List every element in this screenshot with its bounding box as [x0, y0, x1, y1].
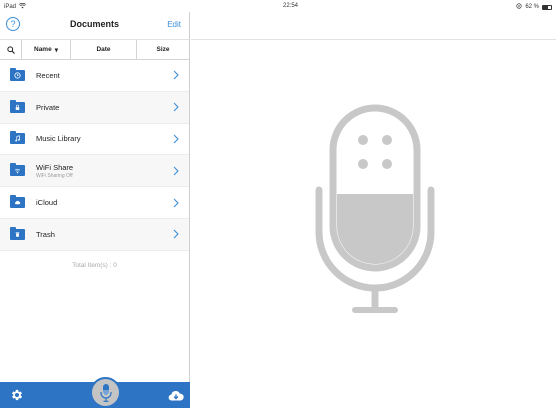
folder-row-wifi-share[interactable]: WiFi Share WiFi Sharing Off [0, 155, 189, 188]
chevron-right-icon [173, 229, 179, 239]
folder-row-icloud[interactable]: iCloud [0, 187, 189, 219]
sort-by-name-button[interactable]: Name ▾ [22, 40, 71, 59]
folder-row-text: iCloud [36, 198, 189, 207]
status-bar-right: 62 % [516, 3, 552, 11]
main-header-bar [191, 12, 556, 40]
status-bar: iPad 22:54 62 % [0, 0, 556, 12]
folder-row-recent[interactable]: Recent [0, 60, 189, 92]
sort-date-label: Date [96, 46, 111, 53]
chevron-right-icon [173, 102, 179, 112]
chevron-right-icon [173, 198, 179, 208]
folder-row-text: WiFi Share WiFi Sharing Off [36, 163, 189, 179]
clock-icon [10, 67, 25, 81]
microphone-icon [99, 383, 112, 402]
folder-list: Recent Private Music Library WiFi Share … [0, 60, 189, 251]
battery-percent: 62 % [525, 4, 539, 10]
sort-size-label: Size [156, 46, 170, 53]
wifi-icon [18, 2, 27, 11]
search-button[interactable] [0, 40, 22, 59]
chevron-right-icon [173, 134, 179, 144]
cloud-download-button[interactable] [167, 388, 185, 402]
folder-row-text: Private [36, 103, 189, 112]
folder-label: Trash [36, 229, 55, 239]
folder-label: Private [36, 102, 60, 112]
sort-by-date-button[interactable]: Date [71, 40, 137, 59]
folder-label: iCloud [36, 198, 58, 208]
battery-icon [542, 4, 552, 10]
cloud-download-icon [168, 390, 184, 401]
folder-row-text: Music Library [36, 134, 189, 143]
chevron-right-icon [173, 70, 179, 80]
main-panel [191, 12, 556, 408]
folder-row-trash[interactable]: Trash [0, 218, 189, 251]
folder-label: Recent [36, 70, 60, 80]
tab-bar [0, 377, 190, 408]
battery-fill [543, 5, 548, 9]
folder-label: WiFi Share [36, 162, 74, 172]
cloud-icon [10, 195, 25, 209]
record-button[interactable] [90, 377, 121, 408]
music-note-icon [10, 131, 25, 145]
sort-name-label: Name [34, 46, 52, 53]
status-bar-left: iPad [4, 2, 27, 11]
sort-arrow-icon: ▾ [54, 46, 58, 54]
edit-button[interactable]: Edit [167, 20, 181, 29]
folder-row-text: Recent [36, 71, 189, 80]
folder-sublabel: WiFi Sharing Off [36, 172, 73, 179]
status-time: 22:54 [283, 3, 299, 9]
folder-row-private[interactable]: Private [0, 91, 189, 124]
folder-label: Music Library [36, 134, 81, 144]
folder-row-music-library[interactable]: Music Library [0, 124, 189, 156]
chevron-right-icon [173, 166, 179, 176]
wifi-icon [10, 163, 25, 177]
folder-row-text: Trash [36, 230, 189, 239]
sort-bar: Name ▾ Date Size [0, 40, 189, 60]
microphone-icon [315, 104, 435, 313]
rotation-lock-icon [516, 3, 522, 11]
lock-icon [10, 99, 25, 113]
sort-by-size-button[interactable]: Size [137, 40, 189, 59]
gear-icon [11, 389, 23, 401]
settings-button[interactable] [10, 388, 24, 402]
sidebar: ? Documents Edit Name ▾ Date Size Recent [0, 12, 190, 408]
search-icon [6, 45, 15, 54]
device-name: iPad [4, 4, 17, 10]
total-items-label: Total Item(s) : 0 [72, 261, 117, 269]
page-title: Documents [69, 19, 119, 29]
trash-icon [10, 226, 25, 240]
navigation-bar: ? Documents Edit [0, 12, 189, 40]
